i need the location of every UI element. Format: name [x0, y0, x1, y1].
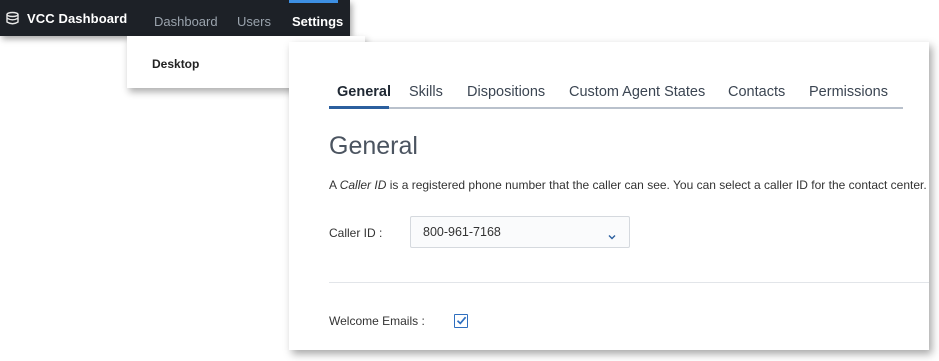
caller-id-label: Caller ID :: [329, 226, 383, 240]
tab-contacts[interactable]: Contacts: [728, 84, 785, 100]
top-navigation-bar: VCC Dashboard Dashboard Users Settings: [0, 0, 350, 36]
database-stack-icon: [5, 11, 20, 26]
nav-active-indicator: [289, 0, 338, 3]
tab-dispositions[interactable]: Dispositions: [467, 84, 545, 100]
brand-title: VCC Dashboard: [27, 11, 128, 26]
chevron-down-icon: [608, 227, 616, 245]
settings-tabs: General Skills Dispositions Custom Agent…: [329, 82, 903, 109]
nav-item-dashboard[interactable]: Dashboard: [154, 14, 218, 29]
caller-id-select[interactable]: 800-961-7168: [410, 216, 630, 248]
subnav-item-desktop[interactable]: Desktop: [152, 57, 199, 71]
tab-general[interactable]: General: [337, 84, 391, 100]
welcome-emails-checkbox[interactable]: [454, 314, 468, 328]
tab-skills[interactable]: Skills: [409, 84, 443, 100]
brand[interactable]: VCC Dashboard: [5, 11, 127, 26]
description-suffix: is a registered phone number that the ca…: [386, 178, 927, 192]
checkmark-icon: [456, 316, 467, 325]
tab-permissions[interactable]: Permissions: [809, 84, 888, 100]
description-prefix: A: [329, 178, 340, 192]
active-tab-indicator: [329, 106, 389, 109]
nav-item-settings[interactable]: Settings: [292, 14, 343, 29]
settings-panel: General Skills Dispositions Custom Agent…: [289, 42, 929, 350]
section-divider: [329, 282, 929, 283]
section-heading: General: [329, 132, 418, 160]
welcome-emails-label: Welcome Emails :: [329, 314, 425, 328]
tab-custom-agent-states[interactable]: Custom Agent States: [569, 84, 705, 100]
nav-item-users[interactable]: Users: [237, 14, 271, 29]
caller-id-description: A Caller ID is a registered phone number…: [329, 178, 927, 192]
description-emphasis: Caller ID: [339, 178, 387, 192]
caller-id-selected-value: 800-961-7168: [423, 225, 501, 239]
